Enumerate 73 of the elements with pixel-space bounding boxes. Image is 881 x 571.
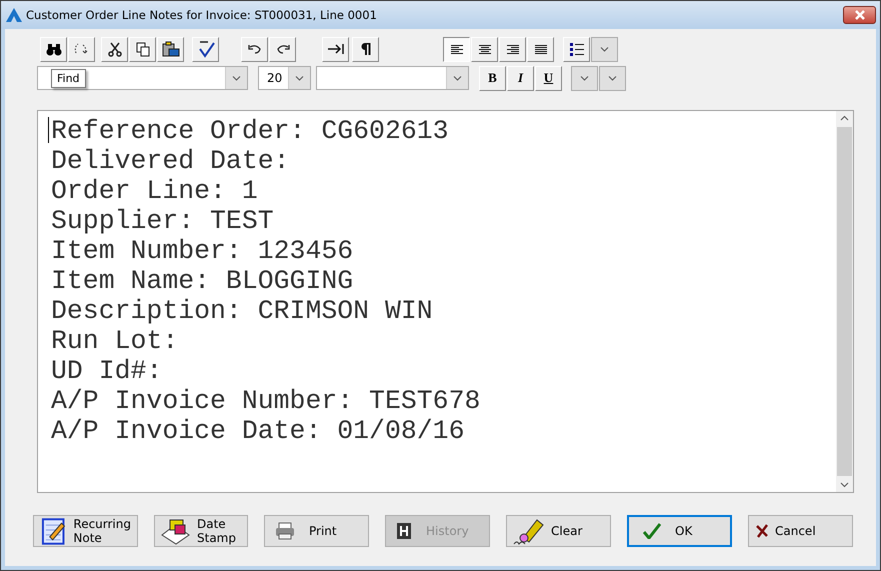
bold-button[interactable]: B [479,66,506,90]
text-cursor [48,117,49,143]
italic-button[interactable]: I [507,66,534,90]
chevron-down-icon [608,76,617,80]
align-left-icon [450,43,464,55]
align-justify-icon [534,43,548,55]
tooltip: Find [51,69,86,88]
pilcrow-icon [360,42,372,56]
text-editor[interactable] [37,110,854,493]
font-size-dropdown[interactable]: 20 [258,66,311,90]
copy-button[interactable] [129,36,156,62]
cut-button[interactable] [101,36,128,62]
align-center-button[interactable] [471,36,498,62]
note-text-line: A/P Invoice Date: 01/08/16 [51,416,464,446]
note-text-line: Item Number: 123456 [51,236,354,266]
chevron-up-icon [840,115,849,121]
chevron-down-icon [295,76,304,80]
note-text-line: Description: CRIMSON WIN [51,296,433,326]
note-text-line: Supplier: TEST [51,206,274,236]
align-justify-button[interactable] [527,36,554,62]
clipboard-icon [162,41,180,57]
window-title: Customer Order Line Notes for Invoice: ST000031, Line 0001 [26,8,378,22]
cancel-button[interactable]: Cancel [748,515,853,547]
note-text-line: Run Lot: [51,326,178,356]
align-right-icon [506,43,520,55]
align-left-button[interactable] [443,36,470,62]
underline-button[interactable]: U [535,66,562,90]
triangle-logo-icon [6,8,22,22]
bullet-list-icon [570,42,584,56]
scissors-icon [106,41,122,57]
note-text-line: Delivered Date: [51,146,290,176]
vertical-scrollbar[interactable] [836,111,853,492]
note-text-line: Item Name: BLOGGING [51,266,354,296]
scrollbar-thumb[interactable] [837,127,852,476]
close-icon [852,10,866,20]
note-text-line: Reference Order: CG602613 [51,116,449,146]
copy-icon [134,41,150,57]
print-button[interactable]: Print [264,515,369,547]
note-text-line: UD Id#: [51,356,162,386]
chevron-down-icon [840,482,849,488]
recurring-button[interactable]: Recurring Note [33,515,138,547]
bullet-list-button[interactable] [563,36,590,62]
tab-arrow-icon [326,43,344,55]
stamp-icon [161,517,191,545]
paste-button[interactable] [157,36,184,62]
redo-button[interactable] [269,36,296,62]
undo-button[interactable] [241,36,268,62]
binoculars-icon [46,42,62,56]
replace-button[interactable] [68,36,95,62]
checkmark-icon [196,40,214,58]
note-text-line: Order Line: 1 [51,176,258,206]
checkmark-icon [643,523,661,539]
paragraph-mark-button[interactable] [352,36,379,62]
printer-icon [275,522,295,540]
chevron-down-icon [232,76,241,80]
notepad-pencil-icon [40,517,68,545]
align-right-button[interactable] [499,36,526,62]
align-center-icon [478,43,492,55]
redo-icon [274,43,290,55]
note-text-line: A/P Invoice Number: TEST678 [51,386,480,416]
undo-icon [246,43,262,55]
date-button[interactable]: Date Stamp [154,515,248,547]
chevron-down-icon [580,76,589,80]
letter-h-icon [396,522,412,540]
find-button[interactable] [40,36,67,62]
indent-button[interactable] [322,36,349,62]
chevron-down-icon [600,46,609,52]
clear-button[interactable]: Clear [506,515,611,547]
cross-icon [755,524,769,538]
close-button[interactable] [843,6,876,24]
spell-check-button[interactable] [192,36,219,62]
ok-button[interactable]: OK [627,515,732,547]
chevron-down-icon [453,76,462,80]
